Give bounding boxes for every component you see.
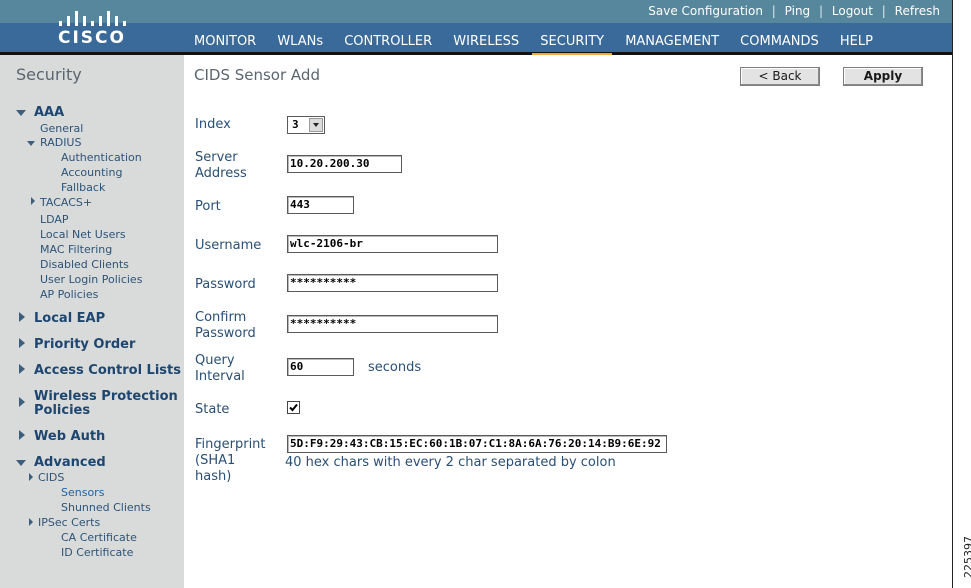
figure-id: 225397 [962,536,971,578]
link-separator: | [771,4,776,18]
expand-right-icon[interactable] [19,397,25,407]
expand-right-icon[interactable] [31,197,35,205]
sidebar-item-general[interactable]: General [40,122,83,135]
query-interval-label: Query Interval [195,353,245,385]
port-label: Port [195,199,221,214]
sidebar-item-access-control-lists[interactable]: Access Control Lists [34,363,181,378]
sidebar-item-local-eap[interactable]: Local EAP [34,311,105,326]
nav-wlans[interactable]: WLANs [269,32,331,54]
chevron-down-icon[interactable] [309,118,323,132]
sidebar-item-advanced[interactable]: Advanced [34,455,106,470]
sidebar-item-aaa[interactable]: AAA [34,105,64,120]
query-interval-label-line2: Interval [195,369,245,384]
query-interval-unit: seconds [368,360,422,375]
expand-down-icon[interactable] [16,460,26,466]
nav-commands[interactable]: COMMANDS [732,32,827,54]
checkmark-icon [289,403,298,412]
sidebar-item-mac-filtering[interactable]: MAC Filtering [40,243,112,256]
index-selected-value: 3 [292,118,299,131]
expand-down-icon[interactable] [27,141,35,146]
main-nav: MONITOR WLANs CONTROLLER WIRELESS SECURI… [186,30,881,57]
sidebar-item-accounting[interactable]: Accounting [61,166,122,179]
confirm-password-label: Confirm Password [195,310,256,342]
logout-link[interactable]: Logout [832,4,873,18]
confirm-password-input[interactable]: ********** [287,315,498,333]
username-label: Username [195,238,262,253]
nav-security[interactable]: SECURITY [532,32,612,57]
sidebar-item-fallback[interactable]: Fallback [61,181,105,194]
sidebar-item-authentication[interactable]: Authentication [61,151,142,164]
username-input[interactable]: wlc-2106-br [287,235,498,253]
back-button[interactable]: < Back [740,67,820,86]
nav-wireless[interactable]: WIRELESS [445,32,527,54]
link-separator: | [881,4,886,18]
sidebar-item-user-login-policies[interactable]: User Login Policies [40,273,142,286]
expand-right-icon[interactable] [19,312,25,322]
page-title: CIDS Sensor Add [194,66,320,84]
password-label: Password [195,277,256,292]
save-configuration-link[interactable]: Save Configuration [648,4,763,18]
query-interval-label-line1: Query [195,353,235,368]
sidebar-item-wireless-protection-line2[interactable]: Policies [34,403,90,418]
index-select[interactable]: 3 [287,116,325,134]
port-input[interactable]: 443 [287,196,354,214]
cisco-wordmark: CISCO [58,28,126,48]
sidebar-item-web-auth[interactable]: Web Auth [34,429,105,444]
sidebar-item-wireless-protection[interactable]: Wireless Protection [34,389,178,404]
server-address-label-line2: Address [195,166,247,181]
fingerprint-label-line1: Fingerprint [195,437,266,452]
main-content: CIDS Sensor Add < Back Apply Index 3 Ser… [184,55,952,588]
server-address-label-line1: Server [195,150,238,165]
sidebar-item-shunned-clients[interactable]: Shunned Clients [61,501,151,514]
page-right-border [952,0,971,588]
sidebar-item-priority-order[interactable]: Priority Order [34,337,135,352]
password-input[interactable]: ********** [287,274,498,292]
link-separator: | [819,4,824,18]
refresh-link[interactable]: Refresh [895,4,940,18]
sidebar-item-cids[interactable]: CIDS [38,471,64,484]
ping-link[interactable]: Ping [785,4,811,18]
apply-button[interactable]: Apply [843,67,923,86]
sidebar-item-tacacs[interactable]: TACACS+ [40,196,92,209]
nav-controller[interactable]: CONTROLLER [336,32,440,54]
fingerprint-label: Fingerprint (SHA1 hash) [195,437,266,485]
sidebar-item-sensors[interactable]: Sensors [61,486,104,499]
sidebar-title: Security [16,65,82,84]
sidebar-item-ldap[interactable]: LDAP [40,213,69,226]
server-address-label: Server Address [195,150,247,182]
expand-right-icon[interactable] [19,364,25,374]
sidebar-item-radius[interactable]: RADIUS [40,136,81,149]
server-address-input[interactable]: 10.20.200.30 [287,155,402,173]
fingerprint-input[interactable]: 5D:F9:29:43:CB:15:EC:60:1B:07:C1:8A:6A:7… [287,435,667,453]
cisco-bars-icon [59,6,126,26]
sidebar-item-disabled-clients[interactable]: Disabled Clients [40,258,129,271]
nav-monitor[interactable]: MONITOR [186,32,264,54]
top-banner: CISCO Save Configuration | Ping | Logout… [0,0,952,57]
sidebar-item-ca-certificate[interactable]: CA Certificate [61,531,137,544]
sidebar-item-local-net-users[interactable]: Local Net Users [40,228,126,241]
fingerprint-hint: 40 hex chars with every 2 char separated… [285,455,616,470]
nav-management[interactable]: MANAGEMENT [617,32,727,54]
sidebar-item-ap-policies[interactable]: AP Policies [40,288,98,301]
nav-help[interactable]: HELP [832,32,881,54]
cisco-logo: CISCO [52,6,132,48]
state-checkbox[interactable] [287,401,300,414]
expand-down-icon[interactable] [16,110,26,116]
sidebar-item-id-certificate[interactable]: ID Certificate [61,546,133,559]
sidebar-item-ipsec-certs[interactable]: IPSec Certs [38,516,100,529]
query-interval-input[interactable]: 60 [287,358,354,376]
sidebar: Security AAA General RADIUS Authenticati… [0,55,184,588]
confirm-password-label-line1: Confirm [195,310,247,325]
state-label: State [195,402,230,417]
expand-right-icon[interactable] [29,473,33,481]
expand-right-icon[interactable] [19,430,25,440]
expand-right-icon[interactable] [19,338,25,348]
fingerprint-label-line3: hash) [195,469,232,484]
index-label: Index [195,117,231,132]
expand-right-icon[interactable] [29,518,33,526]
fingerprint-label-line2: (SHA1 [195,453,236,468]
confirm-password-label-line2: Password [195,326,256,341]
utility-links: Save Configuration | Ping | Logout | Ref… [648,4,940,18]
